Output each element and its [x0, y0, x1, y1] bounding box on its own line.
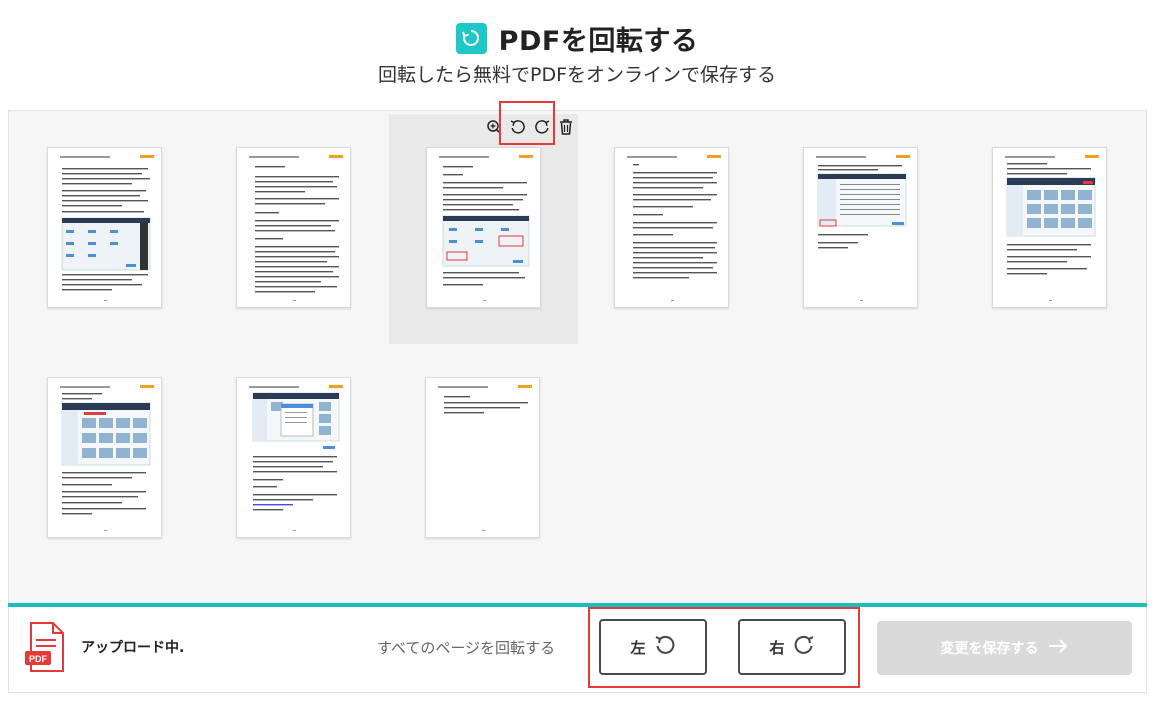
footer-bar: PDF アップロード中. すべてのページを回転する 左 右 変更を保存する — [8, 607, 1147, 693]
save-label: 変更を保存する — [940, 641, 1039, 657]
rotate-right-icon[interactable] — [533, 118, 551, 136]
page-cell[interactable] — [413, 344, 602, 574]
page-cell[interactable] — [980, 114, 1154, 344]
page-cell[interactable] — [224, 344, 413, 574]
rotate-icon — [455, 22, 487, 54]
page-tools — [485, 116, 575, 138]
pdf-file-icon: PDF — [25, 621, 67, 673]
arrow-right-icon — [1047, 638, 1069, 658]
zoom-in-icon[interactable] — [485, 118, 503, 136]
upload-status: アップロード中. — [81, 640, 185, 656]
page-thumbnail[interactable] — [425, 377, 540, 538]
title-row: PDFを回転する — [0, 18, 1154, 58]
rotate-all-label: すべてのページを回転する — [377, 639, 556, 657]
page-cell[interactable] — [602, 114, 791, 344]
page-thumbnail[interactable] — [614, 147, 729, 308]
page-cell[interactable] — [791, 114, 980, 344]
pages-workspace — [8, 110, 1147, 605]
pdf-badge-label: PDF — [29, 654, 48, 664]
rotate-left-icon[interactable] — [509, 118, 527, 136]
page-cell-selected[interactable] — [389, 114, 578, 344]
rotate-right-label: 右 — [769, 638, 785, 657]
page-thumbnail[interactable] — [236, 147, 351, 308]
page-header: PDFを回転する 回転したら無料でPDFをオンラインで保存する — [0, 0, 1154, 110]
page-thumbnail[interactable] — [992, 147, 1107, 308]
page-thumbnail[interactable] — [47, 377, 162, 538]
page-thumbnail[interactable] — [47, 147, 162, 308]
page-subtitle: 回転したら無料でPDFをオンラインで保存する — [377, 64, 777, 86]
rotate-all-left-button[interactable]: 左 — [599, 619, 707, 675]
page-cell[interactable] — [224, 114, 413, 344]
page-cell[interactable] — [35, 114, 224, 344]
rotate-right-icon — [793, 634, 815, 660]
page-thumbnail[interactable] — [426, 147, 541, 308]
save-changes-button[interactable]: 変更を保存する — [877, 621, 1132, 675]
rotate-left-icon — [654, 634, 676, 660]
trash-icon[interactable] — [557, 118, 575, 136]
page-thumbnail[interactable] — [803, 147, 918, 308]
rotate-left-label: 左 — [630, 638, 646, 657]
rotate-all-right-button[interactable]: 右 — [738, 619, 846, 675]
page-cell[interactable] — [35, 344, 224, 574]
page-title: PDFを回転する — [498, 25, 699, 57]
page-thumbnail[interactable] — [236, 377, 351, 538]
